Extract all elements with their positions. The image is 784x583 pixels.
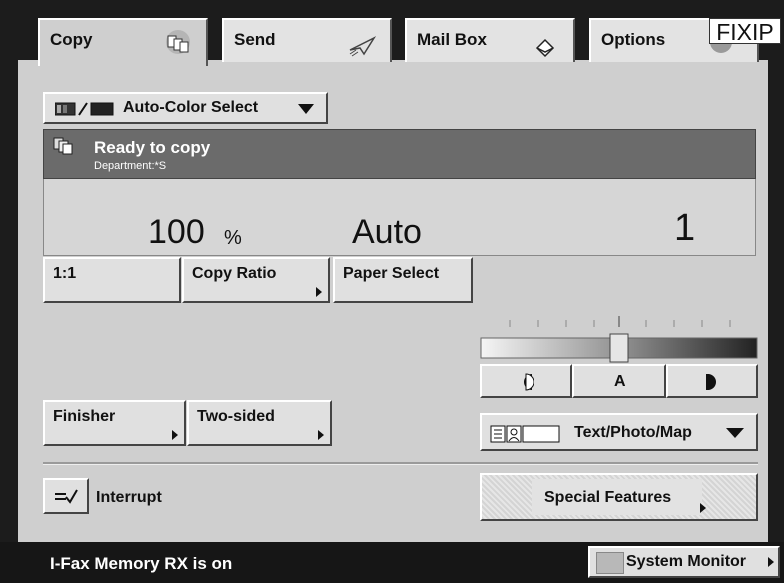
chevron-down-icon [726, 428, 744, 438]
original-type-dropdown[interactable]: Text/Photo/Map [480, 413, 758, 451]
color-select-label: Auto-Color Select [123, 99, 259, 116]
original-type-label: Text/Photo/Map [574, 424, 692, 441]
copy-ratio-unit: % [224, 227, 242, 249]
paper-select-label: Paper Select [343, 265, 440, 282]
copy-pages-icon [166, 30, 190, 54]
tab-options-label: Options [601, 30, 666, 49]
mailbox-tray-icon [535, 38, 555, 58]
interrupt-button[interactable] [43, 478, 89, 514]
tab-mail-box[interactable]: Mail Box [405, 18, 575, 62]
density-auto-button[interactable]: A [572, 364, 666, 398]
interrupt-label: Interrupt [96, 489, 162, 506]
copy-status-icon [53, 137, 73, 155]
one-to-one-button[interactable]: 1:1 [43, 257, 181, 303]
paper-size-value: Auto [352, 213, 422, 251]
chevron-down-icon [298, 104, 314, 114]
density-lighter-button[interactable] [480, 364, 572, 398]
submenu-arrow-icon [316, 287, 322, 297]
two-sided-label: Two-sided [197, 408, 275, 425]
one-to-one-label: 1:1 [53, 265, 77, 282]
system-monitor-button[interactable]: System Monitor [588, 546, 780, 578]
two-sided-button[interactable]: Two-sided [187, 400, 332, 446]
copy-ratio-label: Copy Ratio [192, 265, 277, 282]
tab-send[interactable]: Send [222, 18, 392, 62]
status-title: Ready to copy [94, 138, 211, 157]
section-divider [43, 462, 758, 465]
brand-logo: FIXIP [709, 18, 781, 45]
special-features-label: Special Features [544, 489, 672, 506]
copy-count-value: 1 [674, 207, 696, 249]
color-select-dropdown[interactable]: Auto-Color Select [43, 92, 328, 124]
copy-settings-readout: 100 % Auto 1 [43, 179, 756, 256]
special-features-button[interactable]: Special Features [480, 473, 758, 521]
density-darker-button[interactable] [666, 364, 758, 398]
department-label: Department:*S [94, 160, 167, 172]
interrupt-icon [55, 489, 78, 504]
status-bar: Ready to copy Department:*S [43, 129, 756, 179]
half-circle-dark-icon [706, 374, 716, 390]
paper-plane-icon [349, 36, 376, 57]
submenu-arrow-icon [172, 430, 178, 440]
tab-copy-label: Copy [50, 30, 93, 49]
tab-mail-box-label: Mail Box [417, 30, 487, 49]
half-circle-light-icon [524, 373, 534, 391]
copy-ratio-button[interactable]: Copy Ratio [182, 257, 330, 303]
copy-ratio-value: 100 [148, 213, 205, 251]
finisher-label: Finisher [53, 408, 116, 425]
density-scale-ticks [509, 316, 731, 327]
system-monitor-label: System Monitor [626, 553, 747, 570]
tab-send-label: Send [234, 30, 276, 49]
tab-copy[interactable]: Copy [38, 18, 208, 66]
system-monitor-icon [596, 552, 624, 574]
density-auto-label: A [614, 373, 626, 390]
color-mode-icon [55, 102, 114, 116]
finisher-button[interactable]: Finisher [43, 400, 186, 446]
density-slider-thumb[interactable] [609, 333, 629, 363]
footer-message: I-Fax Memory RX is on [50, 554, 233, 573]
paper-select-button[interactable]: Paper Select [333, 257, 473, 303]
copier-screen: Copy Send Mail Box Options FIXIP Auto-Co… [0, 0, 784, 583]
submenu-arrow-icon [768, 557, 774, 567]
density-slider[interactable] [480, 316, 758, 364]
footer-bar: I-Fax Memory RX is on System Monitor [0, 542, 784, 583]
submenu-arrow-icon [318, 430, 324, 440]
text-photo-map-icon [490, 425, 560, 443]
submenu-arrow-icon [700, 503, 706, 513]
